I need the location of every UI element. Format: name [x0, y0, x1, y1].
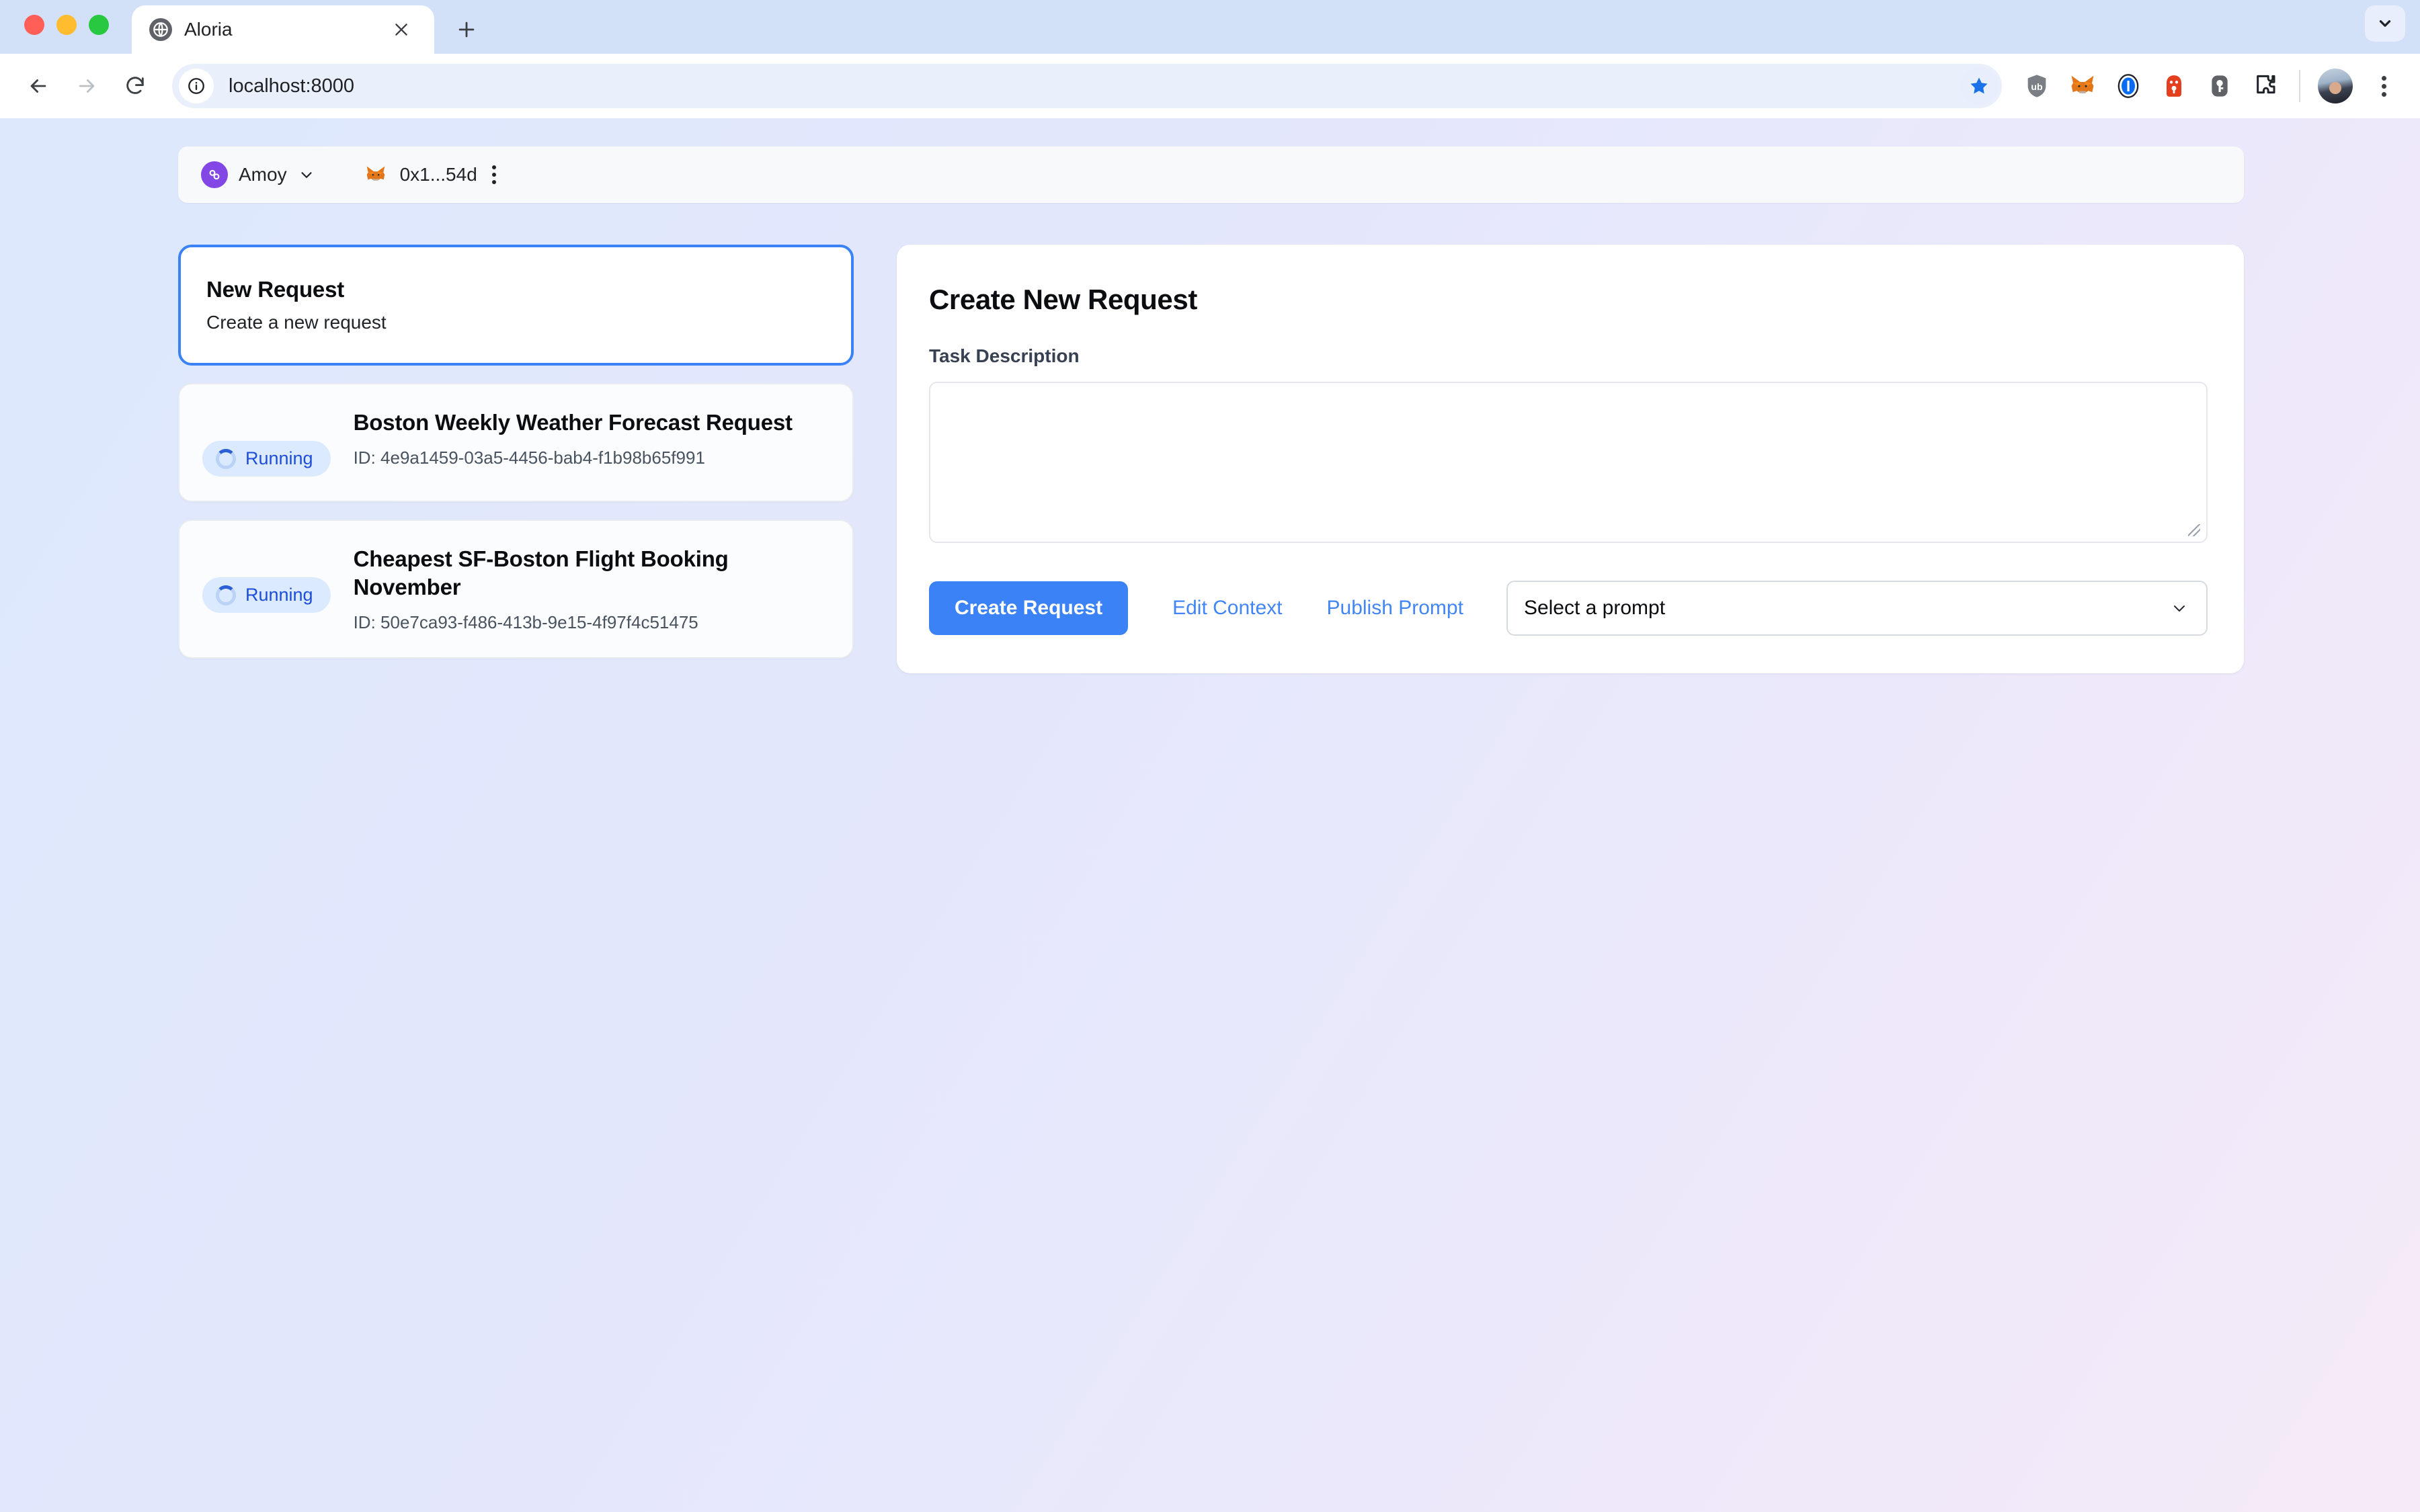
- browser-toolbar: localhost:8000 ub: [0, 54, 2420, 118]
- maximize-window-button[interactable]: [89, 15, 109, 35]
- panel-actions: Create Request Edit Context Publish Prom…: [929, 581, 2208, 636]
- wallet-address: 0x1...54d: [399, 164, 477, 185]
- page-title: Create New Request: [929, 284, 1197, 315]
- prompt-select-value: Select a prompt: [1523, 597, 1666, 619]
- password-key-icon[interactable]: [2204, 70, 2236, 102]
- extensions-puzzle-icon[interactable]: [2249, 70, 2282, 102]
- onepassword-icon[interactable]: [2112, 70, 2144, 102]
- task-description-input[interactable]: [929, 382, 2208, 543]
- star-icon[interactable]: [1960, 67, 1998, 105]
- wallet-bar: Amoy 0x1...54d: [178, 146, 2244, 203]
- close-window-button[interactable]: [24, 15, 44, 35]
- list-item[interactable]: Running Boston Weekly Weather Forecast R…: [178, 383, 854, 502]
- request-title: Boston Weekly Weather Forecast Request: [353, 410, 793, 435]
- list-item-body: Cheapest SF-Boston Flight Booking Novemb…: [354, 545, 830, 633]
- tab-title: Aloria: [184, 19, 233, 40]
- arrow-right-icon: [66, 65, 108, 107]
- polygon-icon: [201, 161, 228, 188]
- task-description-textarea[interactable]: [930, 383, 2206, 542]
- chain-name: Amoy: [239, 164, 287, 185]
- kebab-menu-icon[interactable]: [2366, 69, 2401, 103]
- status-label: Running: [245, 448, 313, 468]
- browser-tab-aloria[interactable]: Aloria: [132, 5, 434, 54]
- chain-selector[interactable]: Amoy: [201, 161, 315, 188]
- plus-icon[interactable]: [442, 5, 491, 54]
- address-bar[interactable]: localhost:8000: [172, 64, 2002, 108]
- new-request-title: New Request: [206, 277, 345, 302]
- spinner-icon: [216, 448, 236, 469]
- spinner-icon: [216, 585, 236, 605]
- ublock-origin-icon[interactable]: ub: [2021, 70, 2053, 102]
- create-request-button[interactable]: Create Request: [929, 581, 1129, 635]
- url-text: localhost:8000: [229, 75, 355, 97]
- request-id: ID: 4e9a1459-03a5-4456-bab4-f1b98b65f991: [353, 448, 705, 468]
- request-list-sidebar: New Request Create a new request Running…: [178, 245, 854, 659]
- globe-icon: [149, 18, 172, 41]
- metamask-fox-icon: [362, 161, 389, 188]
- tab-strip: Aloria: [0, 0, 2420, 54]
- prompt-select[interactable]: Select a prompt: [1506, 581, 2208, 636]
- wallet-account[interactable]: 0x1...54d: [362, 161, 477, 188]
- info-circle-icon[interactable]: [179, 69, 214, 103]
- chevron-down-icon[interactable]: [298, 166, 315, 183]
- reload-icon[interactable]: [114, 65, 156, 107]
- edit-context-link[interactable]: Edit Context: [1172, 597, 1282, 620]
- status-label: Running: [245, 585, 313, 605]
- request-title: Cheapest SF-Boston Flight Booking Novemb…: [353, 546, 729, 600]
- extension-icons: ub: [2021, 70, 2282, 102]
- chevron-down-icon[interactable]: [2365, 5, 2405, 42]
- kebab-menu-icon[interactable]: [491, 165, 496, 184]
- close-icon[interactable]: [386, 14, 417, 45]
- browser-window: Aloria localhost:8000 ub Amoy 0x1...54d …: [0, 0, 2420, 1512]
- create-request-panel: Create New Request Task Description Crea…: [897, 245, 2244, 673]
- app-layout: New Request Create a new request Running…: [178, 245, 2244, 673]
- status-badge: Running: [202, 577, 331, 613]
- request-id: ID: 50e7ca93-f486-413b-9e15-4f97f4c51475: [353, 612, 698, 633]
- avatar[interactable]: [2318, 69, 2353, 103]
- task-description-label: Task Description: [929, 345, 1080, 366]
- list-item-body: Boston Weekly Weather Forecast Request I…: [354, 409, 830, 468]
- window-controls: [24, 15, 109, 54]
- sidebar-item-new-request[interactable]: New Request Create a new request: [178, 245, 854, 366]
- toolbar-divider: [2299, 70, 2300, 102]
- minimize-window-button[interactable]: [56, 15, 77, 35]
- page-viewport: Amoy 0x1...54d New Request Create a new …: [0, 118, 2420, 1512]
- publish-prompt-link[interactable]: Publish Prompt: [1327, 597, 1463, 620]
- status-badge: Running: [202, 441, 331, 476]
- app-root: Amoy 0x1...54d New Request Create a new …: [0, 118, 2420, 673]
- chevron-down-icon[interactable]: [2170, 599, 2189, 618]
- list-item[interactable]: Running Cheapest SF-Boston Flight Bookin…: [178, 519, 854, 659]
- private-internet-access-icon[interactable]: [2158, 70, 2190, 102]
- metamask-fox-icon[interactable]: [2066, 70, 2099, 102]
- new-request-subtitle: Create a new request: [206, 312, 387, 333]
- svg-text:ub: ub: [2031, 82, 2043, 93]
- arrow-left-icon[interactable]: [17, 65, 59, 107]
